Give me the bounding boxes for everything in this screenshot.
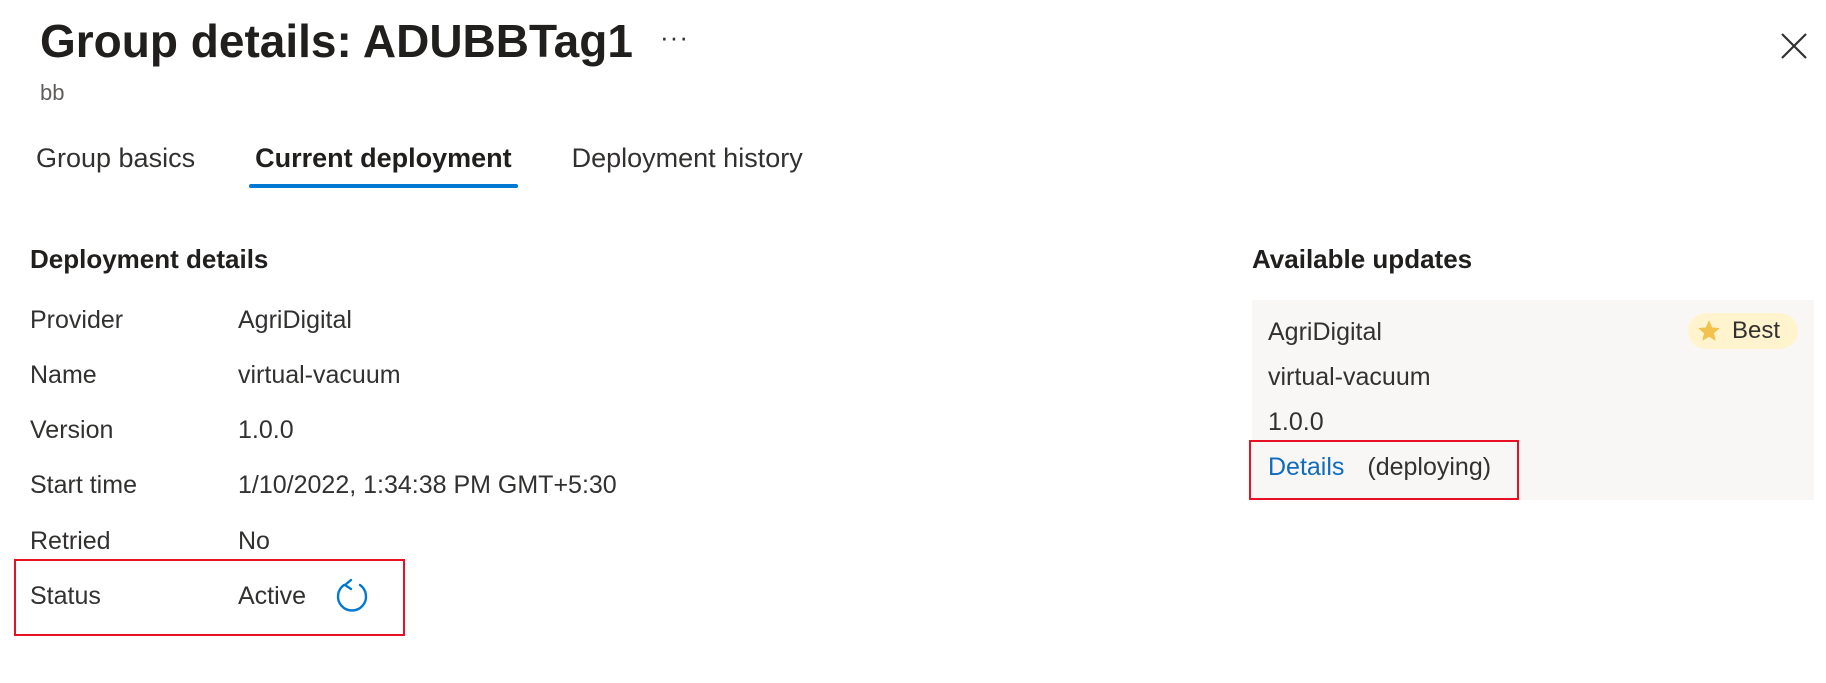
detail-value: No — [238, 527, 270, 555]
page-title: Group details: ADUBBTag1 — [40, 15, 633, 67]
detail-value: 1.0.0 — [238, 416, 294, 444]
detail-value: virtual-vacuum — [238, 361, 401, 389]
detail-row-start-time: Start time 1/10/2022, 1:34:38 PM GMT+5:3… — [30, 471, 730, 511]
detail-label: Provider — [30, 306, 124, 334]
available-updates-heading: Available updates — [1252, 244, 1473, 274]
detail-label: Retried — [30, 527, 111, 555]
update-provider: AgriDigital — [1268, 318, 1382, 346]
tab-deployment-history[interactable]: Deployment history — [566, 143, 809, 188]
badge-label: Best — [1731, 317, 1780, 344]
detail-value: AgriDigital — [238, 306, 352, 334]
update-version: 1.0.0 — [1268, 408, 1324, 436]
detail-label: Start time — [30, 471, 137, 499]
deployment-details-heading: Deployment details — [30, 244, 269, 274]
tab-bar: Group basics Current deployment Deployme… — [30, 143, 857, 188]
update-name: virtual-vacuum — [1268, 363, 1431, 391]
detail-row-version: Version 1.0.0 — [30, 416, 730, 456]
best-badge: Best — [1687, 313, 1798, 349]
tab-current-deployment[interactable]: Current deployment — [249, 143, 518, 188]
detail-label: Name — [30, 361, 97, 389]
detail-label: Version — [30, 416, 114, 444]
highlight-box-details — [1249, 440, 1519, 500]
close-icon[interactable] — [1776, 28, 1812, 64]
detail-row-provider: Provider AgriDigital — [30, 306, 730, 346]
highlight-box-status — [14, 559, 405, 636]
star-icon — [1698, 320, 1720, 341]
more-options-icon[interactable]: ··· — [660, 22, 689, 53]
detail-value: 1/10/2022, 1:34:38 PM GMT+5:30 — [238, 471, 617, 499]
detail-row-name: Name virtual-vacuum — [30, 361, 730, 401]
tab-group-basics[interactable]: Group basics — [30, 143, 201, 188]
page-subtitle: bb — [40, 80, 65, 105]
